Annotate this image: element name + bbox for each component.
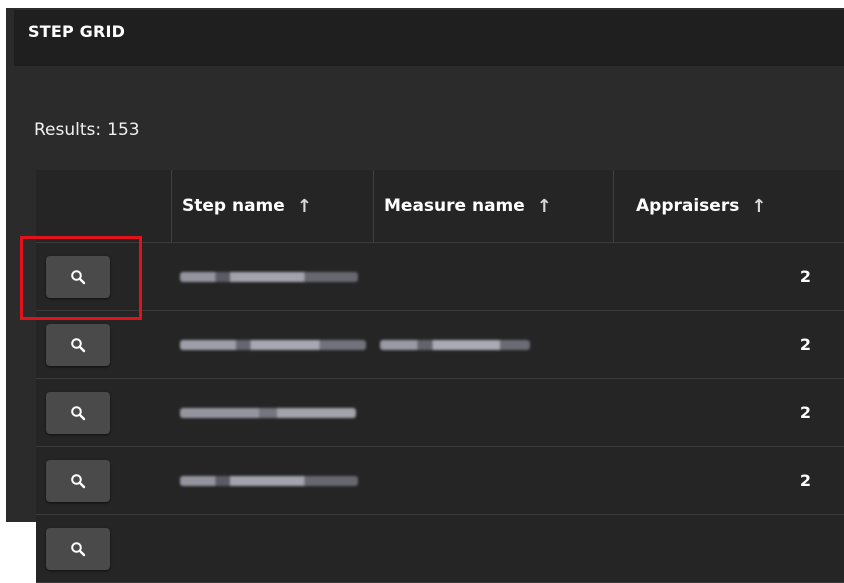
step-name-cell — [180, 379, 370, 446]
row-actions-cell — [46, 243, 166, 310]
table-row: 2 — [36, 379, 844, 447]
step-name-cell — [180, 447, 370, 514]
row-actions-cell — [46, 379, 166, 446]
column-header-step-name[interactable]: Step name ↑ — [171, 170, 373, 242]
search-button[interactable] — [46, 323, 110, 366]
step-grid: Step name ↑ Measure name ↑ Appraisers ↑ — [36, 170, 844, 583]
search-icon — [71, 541, 86, 556]
search-icon — [71, 337, 86, 352]
row-actions-cell — [46, 311, 166, 378]
results-summary: Results: 153 — [34, 120, 140, 140]
panel-title: STEP GRID — [28, 22, 126, 41]
column-header-actions — [36, 170, 171, 242]
appraisers-cell: 2 — [799, 335, 811, 354]
sort-ascending-icon[interactable]: ↑ — [297, 196, 312, 217]
table-row: 2 — [36, 447, 844, 515]
panel-header — [14, 10, 844, 66]
redacted-step-name — [180, 475, 358, 486]
row-actions-cell — [46, 447, 166, 514]
appraisers-cell: 2 — [799, 267, 811, 286]
row-actions-cell — [46, 515, 166, 582]
redacted-step-name — [180, 407, 356, 418]
sort-ascending-icon[interactable]: ↑ — [751, 196, 766, 217]
redacted-step-name — [180, 271, 358, 282]
search-button[interactable] — [46, 459, 110, 502]
table-row — [36, 515, 844, 583]
measure-name-cell — [380, 379, 590, 446]
table-row: 2 — [36, 243, 844, 311]
search-button[interactable] — [46, 255, 110, 298]
results-count: 153 — [107, 120, 140, 140]
search-icon — [71, 269, 86, 284]
appraisers-cell: 2 — [799, 403, 811, 422]
screenshot-frame: STEP GRID Results: 153 Step name ↑ Measur… — [0, 0, 844, 583]
results-label: Results: — [34, 120, 102, 140]
column-header-label: Appraisers — [636, 196, 740, 216]
measure-name-cell — [380, 311, 590, 378]
redacted-measure-name — [380, 339, 530, 350]
sort-ascending-icon[interactable]: ↑ — [537, 196, 552, 217]
search-icon — [71, 405, 86, 420]
measure-name-cell — [380, 447, 590, 514]
step-name-cell — [180, 311, 370, 378]
table-row: 2 — [36, 311, 844, 379]
step-name-cell — [180, 243, 370, 310]
column-header-appraisers[interactable]: Appraisers ↑ — [613, 170, 813, 242]
redacted-step-name — [180, 339, 366, 350]
search-icon — [71, 473, 86, 488]
column-header-label: Step name — [182, 196, 285, 216]
measure-name-cell — [380, 243, 590, 310]
column-header-measure-name[interactable]: Measure name ↑ — [373, 170, 613, 242]
grid-header: Step name ↑ Measure name ↑ Appraisers ↑ — [36, 170, 844, 243]
column-header-label: Measure name — [384, 196, 525, 216]
appraisers-cell: 2 — [799, 471, 811, 490]
search-button[interactable] — [46, 391, 110, 434]
search-button[interactable] — [46, 527, 110, 570]
